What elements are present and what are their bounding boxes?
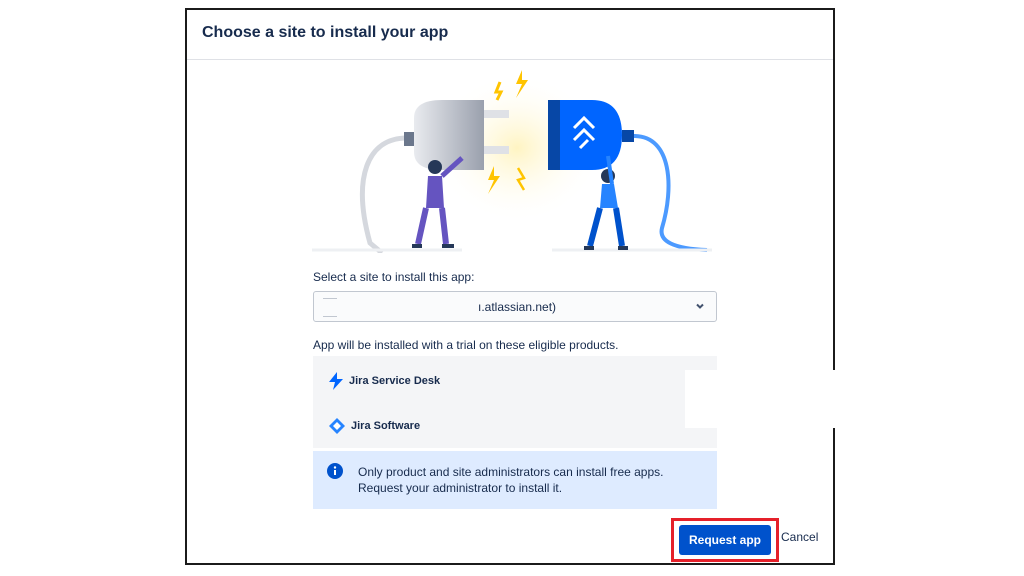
info-icon [327,463,343,479]
dialog-title: Choose a site to install your app [202,24,449,41]
plug-illustration [312,70,712,253]
select-site-label: Select a site to install this app: [313,270,475,284]
info-line-2: Request your administrator to install it… [358,481,563,495]
chevron-down-icon[interactable] [694,300,706,312]
eligible-products-text: App will be installed with a trial on th… [313,338,619,352]
product-name: Jira Service Desk [349,375,441,387]
site-select[interactable]: ı.atlassian.net) [313,291,717,322]
cancel-button[interactable]: Cancel [781,530,818,544]
diamond-icon [329,418,345,434]
request-app-button[interactable]: Request app [679,525,771,555]
info-message: Only product and site administrators can… [313,451,717,509]
selected-site-value: ı.atlassian.net) [478,300,557,314]
eligible-products-list: Jira Service Desk Jira Software [313,356,839,448]
info-text: Only product and site administrators can… [358,464,663,496]
redacted-line [323,298,337,299]
redacted-line [323,316,337,317]
redacted-area [685,370,839,428]
list-item: Jira Software [329,418,420,434]
product-name: Jira Software [351,420,421,432]
info-line-1: Only product and site administrators can… [358,465,664,479]
install-dialog: Choose a site to install your app Select… [185,8,839,565]
dialog-header: Choose a site to install your app [187,10,833,60]
list-item: Jira Service Desk [329,372,440,390]
lightning-icon [329,372,343,390]
